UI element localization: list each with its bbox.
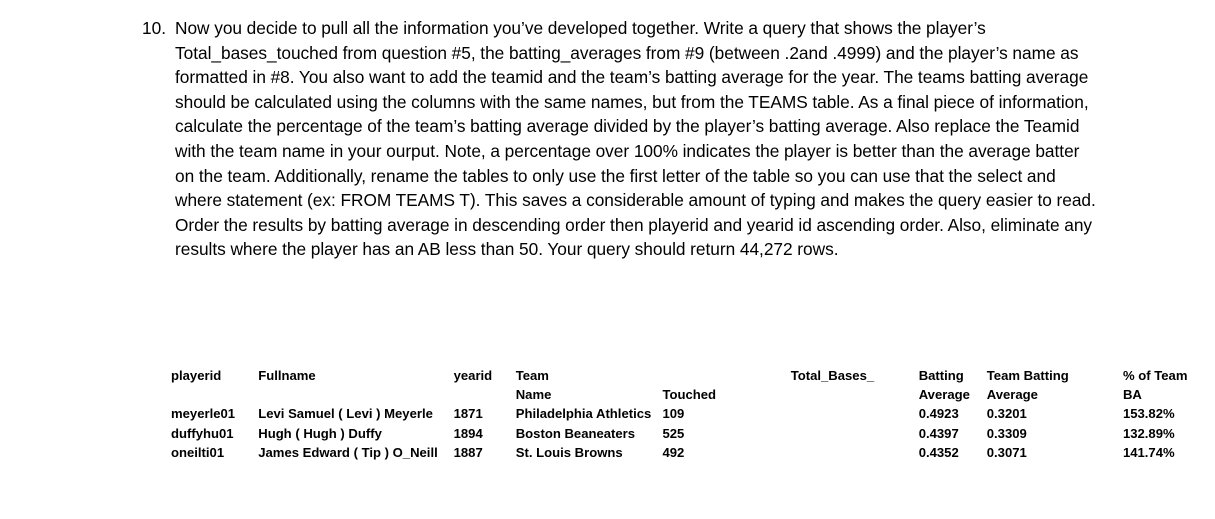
table-row: duffyhu01 Hugh ( Hugh ) Duffy 1894 Boston B… — [171, 424, 1215, 443]
cell-batting-average: 0.4923 — [918, 406, 959, 422]
cell-total-bases-touched: 109 — [662, 406, 685, 422]
cell-bases-spacer — [791, 424, 919, 443]
cell-total-bases-touched: 492 — [662, 444, 685, 460]
column-header-team: Team — [515, 368, 549, 383]
column-header-pct-of-team: % of Team — [1122, 368, 1188, 383]
cell-team-batting-average: 0.3309 — [986, 425, 1027, 441]
cell-team-name: Boston Beaneaters — [515, 425, 636, 441]
cell-team-name: Philadelphia Athletics — [515, 406, 652, 422]
question-number: 10. — [141, 18, 166, 38]
column-header-batting-line2: Average — [918, 387, 970, 403]
column-header-yearid: yearid — [453, 368, 493, 383]
column-header-total-bases-line2 — [791, 385, 919, 404]
column-header-fullname-line2 — [258, 385, 453, 404]
table-row: meyerle01 Levi Samuel ( Levi ) Meyerle 187… — [171, 404, 1215, 423]
query-result-table: playerid Fullname yearid Team Total_Base… — [171, 366, 1215, 462]
column-header-touched-spacer — [662, 366, 790, 385]
cell-yearid: 1887 — [453, 444, 483, 460]
column-header-team-batting-line2: Average — [986, 387, 1038, 403]
cell-fullname: Hugh ( Hugh ) Duffy — [258, 425, 382, 441]
cell-batting-average: 0.4352 — [918, 444, 959, 460]
column-header-pct-of-team-line2: BA — [1122, 387, 1142, 403]
column-header-playerid-line2 — [171, 385, 258, 404]
result-body: meyerle01 Levi Samuel ( Levi ) Meyerle 187… — [171, 404, 1215, 462]
column-header-touched-line2: Touched — [662, 387, 717, 403]
column-header-team-name-line2: Name — [515, 387, 552, 403]
cell-team-name: St. Louis Browns — [515, 444, 623, 460]
result-header: playerid Fullname yearid Team Total_Base… — [171, 366, 1215, 404]
cell-fullname: James Edward ( Tip ) O_Neill — [258, 444, 438, 460]
question-text: Now you decide to pull all the informati… — [175, 18, 1096, 260]
question-row: 10. Now you decide to pull all the infor… — [140, 16, 1100, 262]
column-header-team-batting: Team Batting — [986, 368, 1069, 383]
column-header-yearid-line2 — [454, 385, 516, 404]
cell-bases-spacer — [791, 443, 919, 462]
result-grid: playerid Fullname yearid Team Total_Base… — [171, 366, 1215, 462]
cell-pct-of-team-ba: 141.74% — [1122, 444, 1175, 460]
cell-total-bases-touched: 525 — [662, 425, 685, 441]
question-block: 10. Now you decide to pull all the infor… — [140, 16, 1100, 262]
cell-batting-average: 0.4397 — [918, 425, 959, 441]
cell-bases-spacer — [791, 404, 919, 423]
table-row: oneilti01 James Edward ( Tip ) O_Neill 188… — [171, 443, 1215, 462]
cell-yearid: 1871 — [453, 406, 483, 422]
cell-playerid: duffyhu01 — [171, 425, 234, 441]
column-header-playerid: playerid — [171, 368, 222, 383]
cell-fullname: Levi Samuel ( Levi ) Meyerle — [258, 406, 433, 422]
cell-playerid: meyerle01 — [171, 406, 236, 422]
cell-playerid: oneilti01 — [171, 444, 225, 460]
header-row-line1: playerid Fullname yearid Team Total_Base… — [171, 366, 1215, 385]
cell-yearid: 1894 — [453, 425, 483, 441]
cell-team-batting-average: 0.3201 — [986, 406, 1027, 422]
cell-team-batting-average: 0.3071 — [986, 444, 1027, 460]
cell-pct-of-team-ba: 153.82% — [1122, 406, 1175, 422]
column-header-total-bases: Total_Bases_ — [790, 368, 875, 383]
column-header-batting: Batting — [918, 368, 964, 383]
header-row-line2: Name Touched Average Average BA — [171, 385, 1215, 404]
column-header-fullname: Fullname — [258, 368, 316, 383]
cell-pct-of-team-ba: 132.89% — [1122, 425, 1175, 441]
